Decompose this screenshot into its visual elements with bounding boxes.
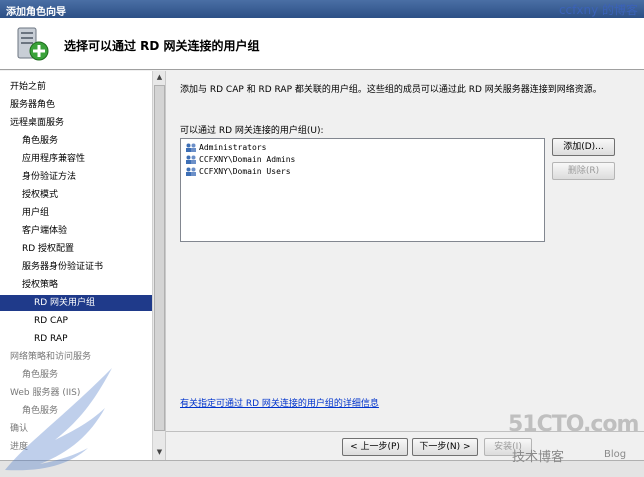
server-add-icon <box>17 27 49 61</box>
nav-item[interactable]: 服务器角色 <box>0 97 55 113</box>
back-button[interactable]: < 上一步(P) <box>342 438 408 456</box>
next-button[interactable]: 下一步(N) > <box>412 438 478 456</box>
scroll-up-icon[interactable]: ▲ <box>154 72 165 83</box>
remove-group-button[interactable]: 删除(R) <box>552 162 615 180</box>
user-group-icon <box>185 167 197 176</box>
nav-item[interactable]: RD CAP <box>0 313 68 329</box>
nav-item[interactable]: 应用程序兼容性 <box>0 151 85 167</box>
nav-item[interactable]: RD 网关用户组 <box>0 295 152 311</box>
user-group-icon <box>185 143 197 152</box>
add-group-button[interactable]: 添加(D)... <box>552 138 615 156</box>
wizard-header: 选择可以通过 RD 网关连接的用户组 <box>0 18 644 70</box>
nav-item[interactable]: 授权模式 <box>0 187 58 203</box>
watermark-51cto: 51CTO.com <box>508 412 639 437</box>
help-link[interactable]: 有关指定可通过 RD 网关连接的用户组的详细信息 <box>180 396 379 409</box>
nav-scrollbar[interactable]: ▲ ▼ <box>152 71 165 460</box>
nav-item[interactable]: RD RAP <box>0 331 68 347</box>
nav-item[interactable]: 远程桌面服务 <box>0 115 64 131</box>
group-name: CCFXNY\Domain Users <box>199 167 291 176</box>
user-group-icon <box>185 155 197 164</box>
window-title: 添加角色向导 <box>6 7 66 18</box>
nav-item[interactable]: 授权策略 <box>0 277 58 293</box>
nav-item[interactable]: RD 授权配置 <box>0 241 74 257</box>
nav-item[interactable]: 角色服务 <box>0 133 58 149</box>
nav-item[interactable]: 用户组 <box>0 205 49 221</box>
watermark-blog: 技术博客 <box>512 450 565 465</box>
nav-item[interactable]: 开始之前 <box>0 79 46 95</box>
group-name: CCFXNY\Domain Admins <box>199 155 296 164</box>
group-name: Administrators <box>199 143 267 152</box>
nav-item[interactable]: 身份验证方法 <box>0 169 76 185</box>
wizard-content: 添加与 RD CAP 和 RD RAP 都关联的用户组。这些组的成员可以通过此 … <box>168 71 644 431</box>
groups-list[interactable]: Administrators CCFXNY\Domain Admins CCFXNY… <box>180 138 545 242</box>
group-row[interactable]: Administrators <box>181 142 544 154</box>
scroll-down-icon[interactable]: ▼ <box>154 447 165 458</box>
watermark-blog-en: Blog <box>604 449 627 460</box>
page-description: 添加与 RD CAP 和 RD RAP 都关联的用户组。这些组的成员可以通过此 … <box>180 85 602 95</box>
watermark-top: ccfxny 的博客 <box>558 3 638 17</box>
nav-item[interactable]: 客户端体验 <box>0 223 67 239</box>
nav-item[interactable]: 服务器身份验证证书 <box>0 259 103 275</box>
wing-watermark-icon <box>5 368 112 471</box>
page-title: 选择可以通过 RD 网关连接的用户组 <box>64 39 260 53</box>
scroll-thumb[interactable] <box>154 85 165 431</box>
groups-list-label: 可以通过 RD 网关连接的用户组(U): <box>180 126 324 136</box>
group-row[interactable]: CCFXNY\Domain Admins <box>181 154 544 166</box>
window-titlebar: 添加角色向导 <box>0 0 644 18</box>
group-row[interactable]: CCFXNY\Domain Users <box>181 166 544 178</box>
